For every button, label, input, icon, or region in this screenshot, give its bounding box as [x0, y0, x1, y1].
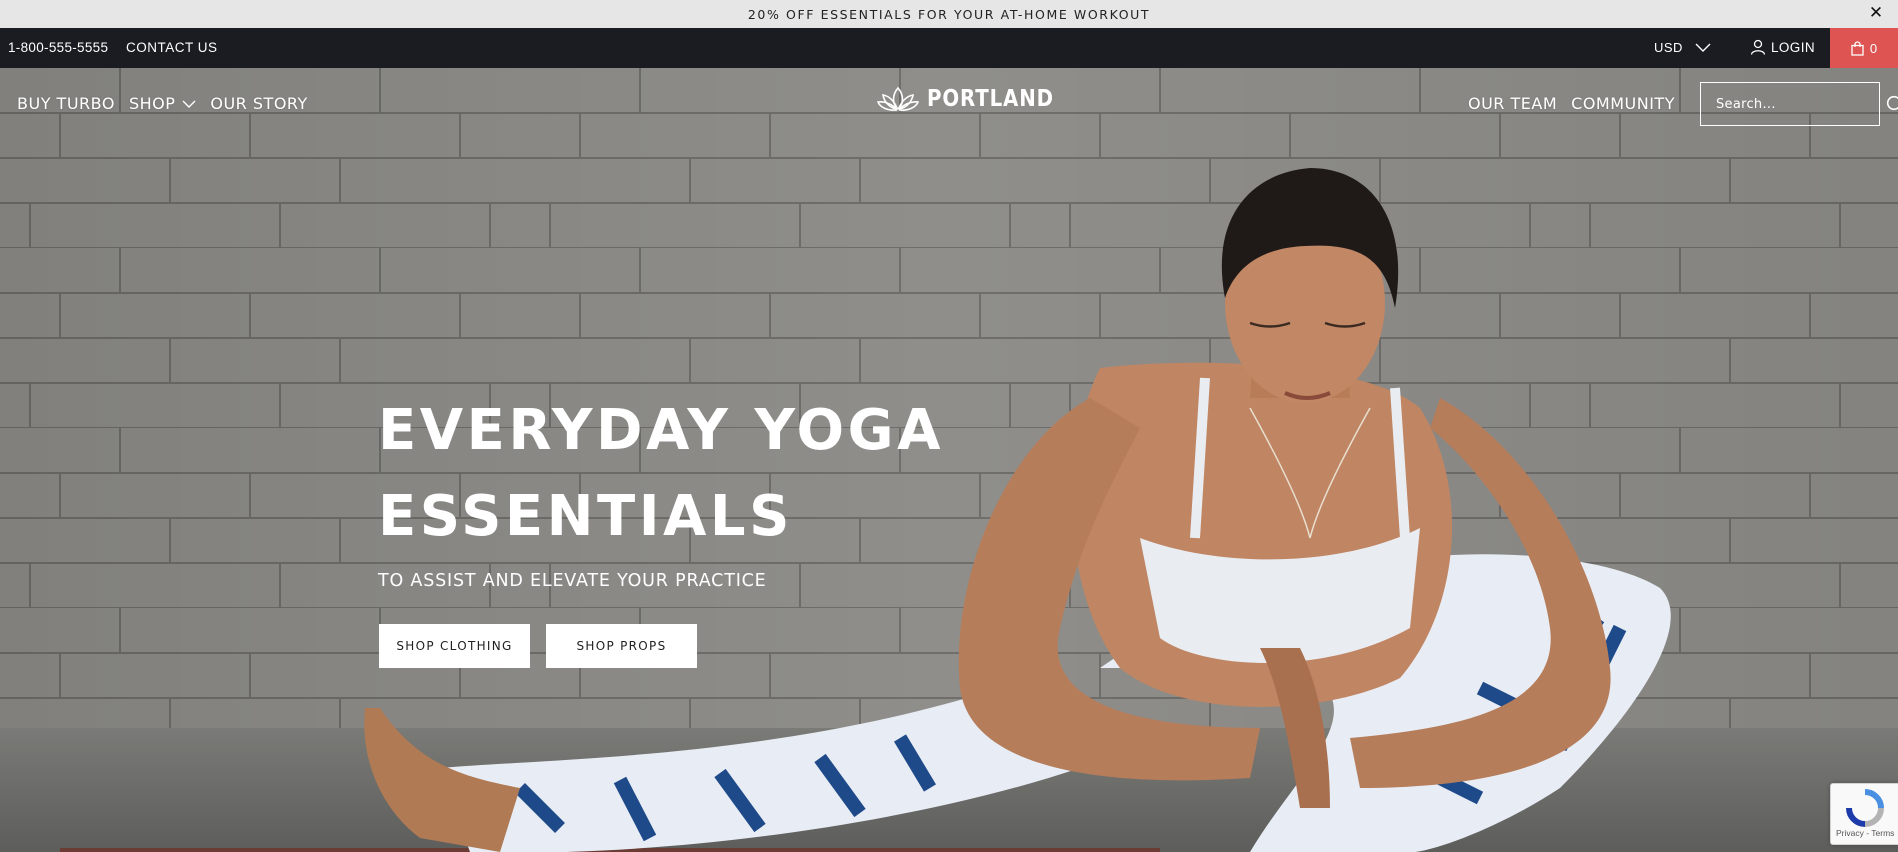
- cart-count: 0: [1869, 40, 1878, 56]
- hero-banner: BUY TURBO SHOP OUR STORY PORTLAND OUR TE…: [0, 68, 1898, 852]
- chevron-down-icon: [182, 100, 196, 108]
- lotus-icon: [877, 86, 919, 111]
- nav-buy-turbo[interactable]: BUY TURBO: [17, 94, 115, 113]
- nav-our-story[interactable]: OUR STORY: [210, 94, 307, 113]
- login-link[interactable]: LOGIN: [1750, 39, 1815, 55]
- currency-label: USD: [1654, 40, 1683, 55]
- nav-shop-label: SHOP: [128, 94, 176, 113]
- recaptcha-icon: [1846, 789, 1884, 827]
- announcement-text: 20% OFF ESSENTIALS FOR YOUR AT-HOME WORK…: [747, 6, 1151, 22]
- currency-selector[interactable]: USD: [1654, 40, 1711, 55]
- shopping-bag-icon: [1851, 40, 1864, 56]
- hero-subheadline: TO ASSIST AND ELEVATE YOUR PRACTICE: [378, 571, 767, 591]
- phone-number[interactable]: 1-800-555-5555: [8, 40, 108, 55]
- search-box: [1700, 82, 1898, 126]
- hero-headline-line2: ESSENTIALS: [378, 484, 793, 549]
- chevron-down-icon: [1695, 43, 1711, 52]
- close-icon[interactable]: ✕: [1866, 3, 1886, 23]
- nav-our-team[interactable]: OUR TEAM: [1468, 94, 1557, 113]
- login-label: LOGIN: [1771, 39, 1816, 55]
- nav-community[interactable]: COMMUNITY: [1571, 94, 1675, 113]
- cart-button[interactable]: 0: [1830, 28, 1898, 68]
- announcement-bar: 20% OFF ESSENTIALS FOR YOUR AT-HOME WORK…: [0, 0, 1898, 28]
- site-logo[interactable]: PORTLAND: [877, 86, 1075, 112]
- shop-clothing-button[interactable]: SHOP CLOTHING: [379, 624, 530, 668]
- search-icon: [1886, 95, 1898, 110]
- recaptcha-badge[interactable]: Privacy - Terms: [1830, 783, 1898, 845]
- logo-text: PORTLAND: [927, 86, 1054, 112]
- nav-shop[interactable]: SHOP: [129, 94, 196, 113]
- hero-headline: EVERYDAY YOGA ESSENTIALS: [378, 388, 1018, 560]
- contact-us-link[interactable]: CONTACT US: [126, 40, 218, 55]
- search-input[interactable]: [1716, 96, 1886, 112]
- recaptcha-terms[interactable]: Privacy - Terms: [1836, 828, 1894, 838]
- main-nav-right: OUR TEAM COMMUNITY: [1468, 94, 1675, 113]
- search-button[interactable]: [1886, 83, 1898, 125]
- main-nav-left: BUY TURBO SHOP OUR STORY: [17, 94, 308, 113]
- hero-headline-line1: EVERYDAY YOGA: [378, 398, 944, 463]
- user-icon: [1750, 39, 1766, 55]
- utility-bar: 1-800-555-5555 CONTACT US USD LOGIN 0: [0, 28, 1898, 68]
- shop-props-button[interactable]: SHOP PROPS: [546, 624, 697, 668]
